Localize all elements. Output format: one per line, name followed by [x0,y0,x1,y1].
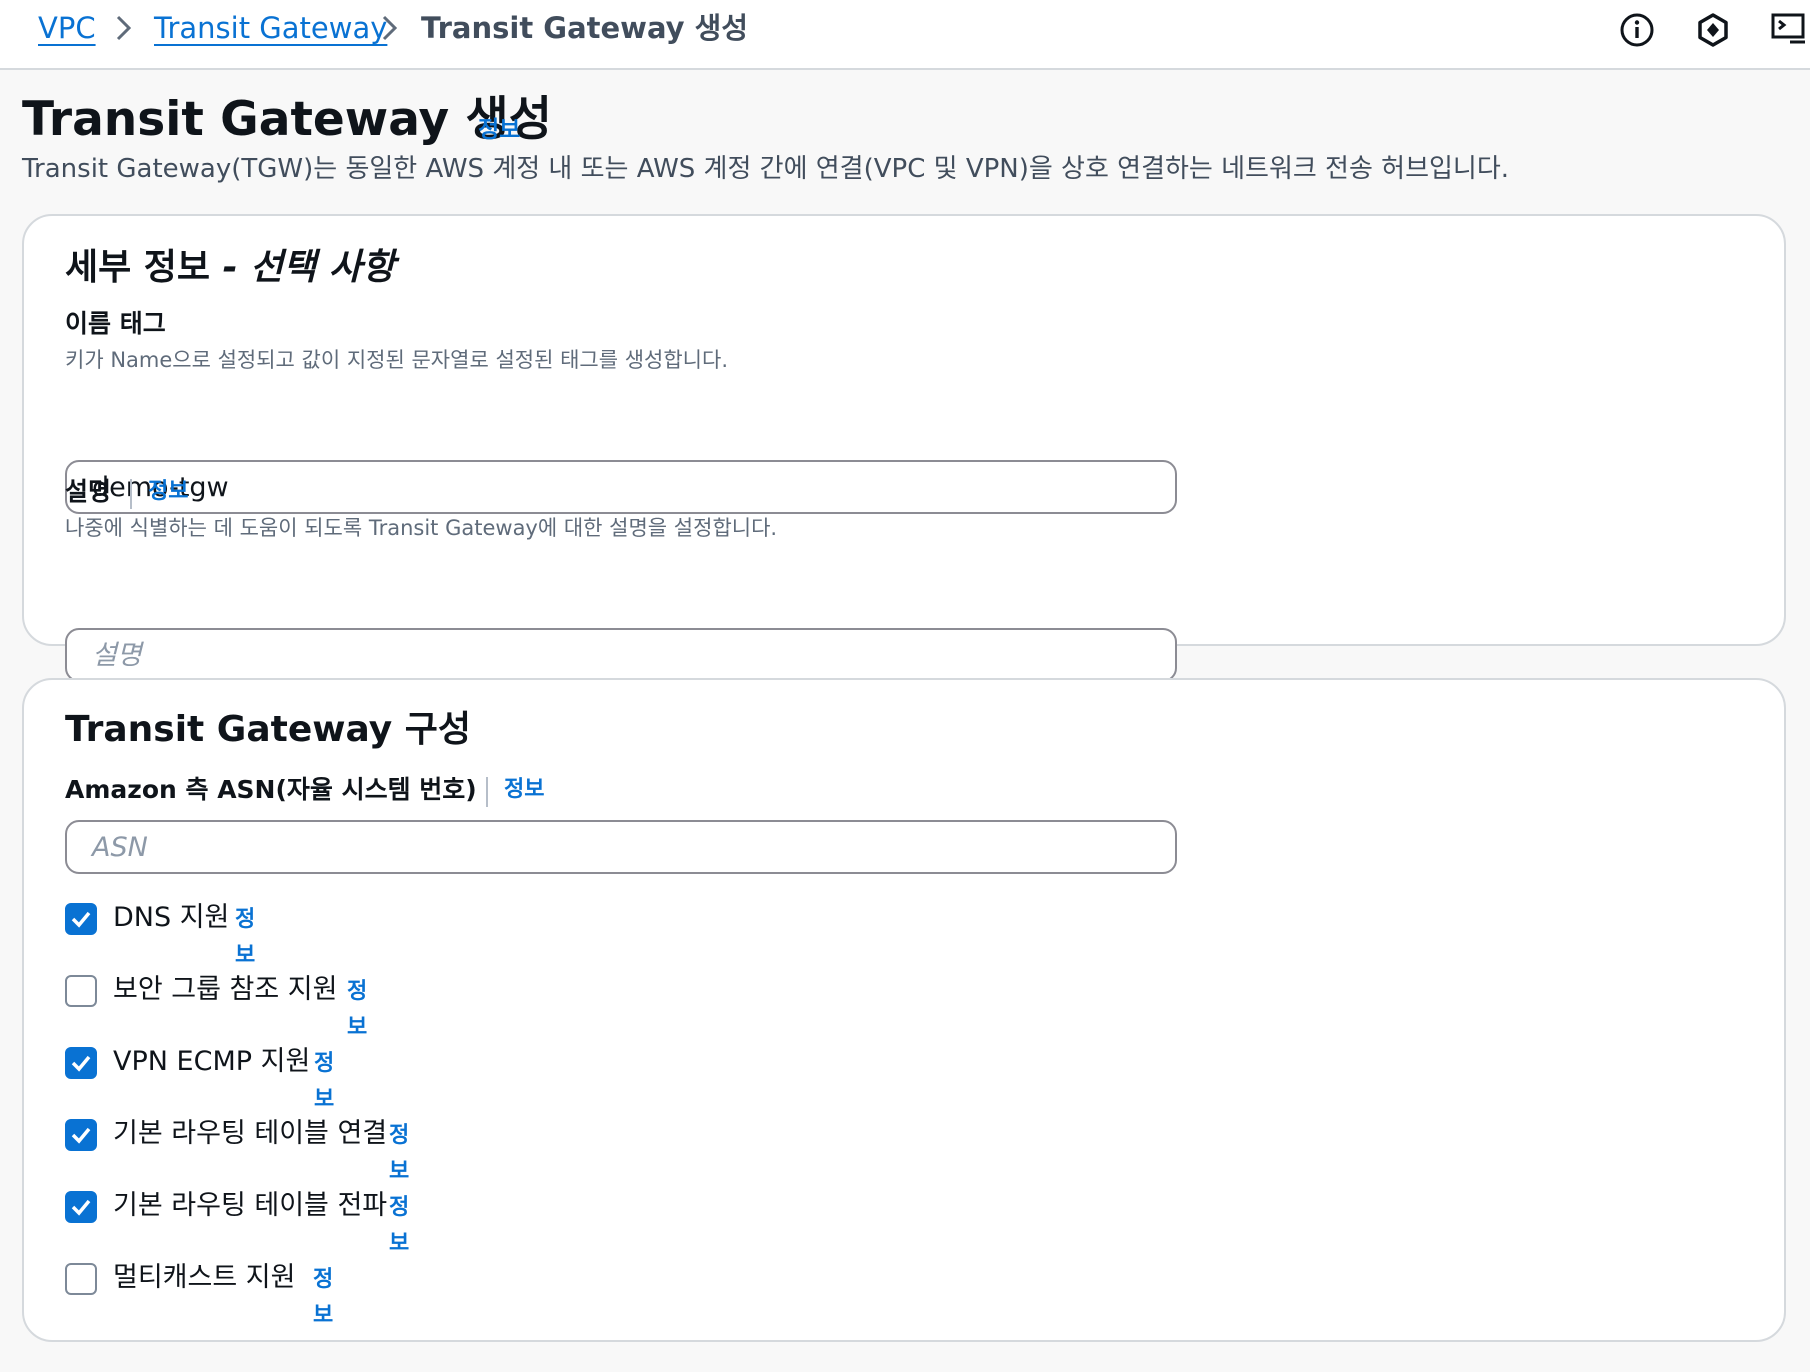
details-panel: 세부 정보 - 선택 사항 이름 태그 키가 Name으로 설정되고 값이 지정… [22,214,1786,682]
breadcrumb-current: Transit Gateway 생성 [421,11,749,45]
name-tag-description: 키가 Name으로 설정되고 값이 지정된 문자열로 설정된 태그를 생성합니다… [65,348,728,372]
description-input[interactable]: 설명 [65,628,1177,682]
page-title: Transit Gateway 생성 [22,92,552,147]
dns-support-checkbox[interactable] [65,903,97,935]
checkmark-icon [71,1199,91,1216]
details-panel-title: 세부 정보 - 선택 사항 [65,247,396,288]
default-route-table-propagation-label: 기본 라우팅 테이블 전파 [113,1190,388,1221]
name-tag-label: 이름 태그 [65,309,166,338]
page-info-link[interactable]: 정보 [478,110,520,144]
name-tag-input[interactable]: demo-tgw [65,460,1177,514]
label-divider [130,479,132,509]
info-circle-icon[interactable] [1617,10,1657,50]
asn-info-link[interactable]: 정보 [504,772,544,808]
config-panel-title: Transit Gateway 구성 [65,709,471,750]
asn-placeholder: ASN [92,832,148,863]
default-route-table-propagation-info-link[interactable]: 정보 [389,1190,409,1262]
multicast-support-label: 멀티캐스트 지원 [113,1262,296,1293]
dns-support-label: DNS 지원 [113,902,230,933]
default-route-table-association-label: 기본 라우팅 테이블 연결 [113,1118,388,1149]
security-group-referencing-checkbox[interactable] [65,975,97,1007]
checkmark-icon [71,1127,91,1144]
dns-support-info-link[interactable]: 정보 [235,902,255,974]
description-placeholder: 설명 [92,640,142,671]
config-panel: Transit Gateway 구성 Amazon 측 ASN(자율 시스템 번… [22,678,1786,1342]
security-group-referencing-label: 보안 그룹 참조 지원 [113,974,338,1005]
asn-input[interactable]: ASN [65,820,1177,874]
default-route-table-propagation-checkbox[interactable] [65,1191,97,1223]
cloudshell-terminal-icon[interactable] [1768,10,1808,50]
multicast-support-checkbox[interactable] [65,1263,97,1295]
main-content: Transit Gateway 생성 정보 Transit Gateway(TG… [0,70,1810,1372]
checkmark-icon [71,911,91,928]
page-description: Transit Gateway(TGW)는 동일한 AWS 계정 내 또는 AW… [22,154,1510,184]
top-bar: VPC Transit Gateway Transit Gateway 생성 [0,0,1810,70]
label-divider [486,777,488,807]
security-group-referencing-info-link[interactable]: 정보 [347,974,367,1046]
vpn-ecmp-support-label: VPN ECMP 지원 [113,1046,311,1077]
description-label: 설명 [65,477,112,506]
default-route-table-association-info-link[interactable]: 정보 [389,1118,409,1190]
settings-hexagon-icon[interactable] [1693,10,1733,50]
chevron-right-icon [116,15,132,41]
multicast-support-info-link[interactable]: 정보 [313,1262,333,1334]
breadcrumb-vpc[interactable]: VPC [38,8,96,48]
vpn-ecmp-support-checkbox[interactable] [65,1047,97,1079]
chevron-right-icon [382,15,398,41]
asn-label: Amazon 측 ASN(자율 시스템 번호) [65,775,477,804]
breadcrumb-transit-gateway[interactable]: Transit Gateway [154,8,387,48]
default-route-table-association-checkbox[interactable] [65,1119,97,1151]
checkmark-icon [71,1055,91,1072]
description-help-text: 나중에 식별하는 데 도움이 되도록 Transit Gateway에 대한 설… [65,516,778,540]
description-info-link[interactable]: 정보 [148,474,188,510]
vpn-ecmp-support-info-link[interactable]: 정보 [314,1046,334,1118]
